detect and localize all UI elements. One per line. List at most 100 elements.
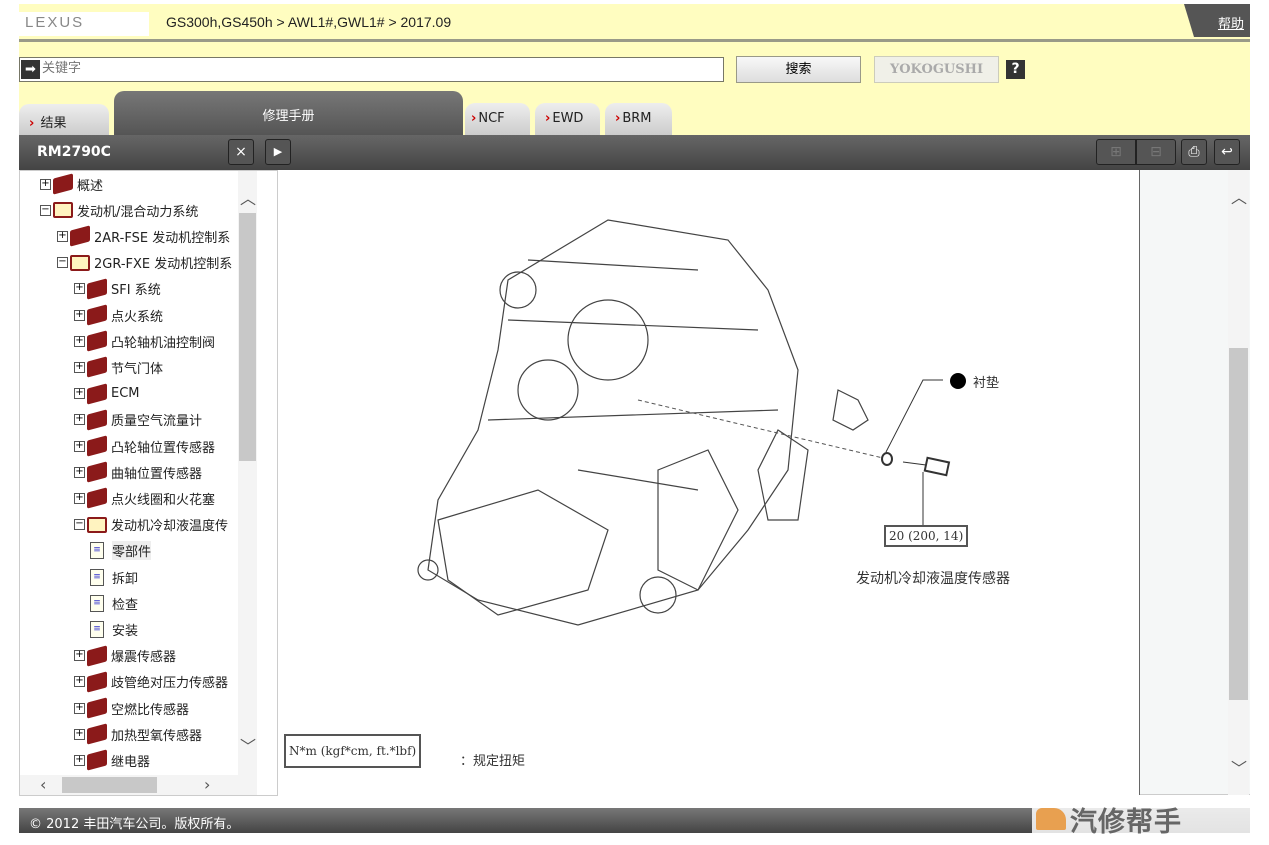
tree-item-label: 安装: [112, 623, 139, 639]
expand-toggle-icon[interactable]: +: [74, 676, 85, 688]
tab-label: 修理手册: [262, 109, 315, 124]
tree-item-label: 爆震传感器: [111, 650, 177, 666]
content-vertical-scrollbar[interactable]: ︿ ﹀: [1228, 170, 1249, 795]
expand-toggle-icon[interactable]: +: [74, 388, 85, 400]
document-content: 衬垫 20 (200, 14) 发动机冷却液温度传感器 N*m (kgf*cm,…: [278, 170, 1140, 795]
tree-item[interactable]: + 概述: [40, 173, 103, 195]
search-button[interactable]: 搜索: [736, 56, 861, 83]
document-page-icon: ≡: [90, 620, 104, 638]
print-icon[interactable]: ⎙: [1181, 139, 1207, 165]
tree-item[interactable]: ≡ 零部件: [90, 540, 152, 562]
tab-ewd[interactable]: › EWD: [535, 103, 600, 135]
zoom-in-button[interactable]: ⊞: [1096, 139, 1136, 165]
book-closed-icon: [53, 173, 73, 195]
tree-item[interactable]: + SFI 系统: [74, 278, 161, 300]
tree-item[interactable]: − 发动机/混合动力系统: [40, 199, 198, 221]
zoom-out-button[interactable]: ⊟: [1136, 139, 1176, 165]
expand-toggle-icon[interactable]: +: [74, 361, 85, 373]
book-closed-icon: [87, 330, 107, 352]
book-closed-icon: [87, 749, 107, 772]
tab-results[interactable]: › 结果: [19, 104, 109, 135]
expand-toggle-icon[interactable]: +: [40, 178, 51, 190]
book-closed-icon: [87, 461, 107, 483]
collapse-toggle-icon[interactable]: −: [57, 257, 68, 269]
book-closed-icon: [87, 382, 107, 405]
search-field[interactable]: ➡: [19, 57, 724, 82]
tree-item[interactable]: + 爆震传感器: [74, 644, 177, 667]
help-link[interactable]: 帮助: [1184, 4, 1250, 37]
torque-spec: 20 (200, 14): [884, 525, 969, 547]
expand-button[interactable]: ▶: [265, 139, 291, 165]
tree-item[interactable]: + 继电器: [74, 749, 150, 772]
expand-toggle-icon[interactable]: +: [74, 414, 85, 426]
tree-item[interactable]: − 2GR-FXE 发动机控制系: [57, 252, 232, 274]
tree-item-label: 发动机冷却液温度传: [111, 519, 229, 535]
tree-item[interactable]: + 歧管绝对压力传感器: [74, 671, 228, 693]
tree-item[interactable]: + 加热型氧传感器: [74, 723, 202, 745]
expand-toggle-icon[interactable]: +: [74, 492, 85, 504]
gasket-label: 衬垫: [973, 376, 1000, 391]
tree-vertical-scrollbar[interactable]: ︿ ﹀: [238, 171, 257, 775]
expand-toggle-icon[interactable]: +: [74, 702, 85, 714]
tree-item-label: 点火系统: [111, 309, 164, 325]
scroll-right-icon[interactable]: ›: [204, 775, 210, 794]
expand-toggle-icon[interactable]: +: [74, 754, 85, 766]
tree-item[interactable]: − 发动机冷却液温度传: [74, 514, 228, 536]
help-question-icon[interactable]: ?: [1006, 60, 1025, 79]
tree-item[interactable]: + 质量空气流量计: [74, 409, 202, 431]
back-icon[interactable]: ↩: [1214, 139, 1240, 165]
expand-toggle-icon[interactable]: +: [74, 650, 85, 662]
expand-toggle-icon[interactable]: +: [74, 440, 85, 452]
right-margin: ︿ ﹀: [1140, 170, 1250, 795]
tree-item[interactable]: + ECM: [74, 382, 140, 405]
document-page-icon: ≡: [90, 568, 104, 586]
tab-repair-manual[interactable]: 修理手册: [114, 91, 463, 135]
tree-item[interactable]: + 凸轮轴机油控制阀: [74, 330, 215, 352]
collapse-toggle-icon[interactable]: −: [74, 519, 85, 531]
expand-toggle-icon[interactable]: +: [74, 466, 85, 478]
book-closed-icon: [70, 225, 90, 248]
yokogushi-button[interactable]: YOKOGUSHI: [874, 56, 999, 83]
tree-item[interactable]: ≡ 拆卸: [90, 566, 138, 588]
tree-item-label: 凸轮轴机油控制阀: [111, 335, 216, 351]
tree-item[interactable]: + 点火线圈和火花塞: [74, 487, 215, 510]
tree-item[interactable]: + 节气门体: [74, 356, 163, 379]
tab-label: BRM: [622, 111, 652, 126]
search-input[interactable]: [42, 60, 712, 75]
book-closed-icon: [87, 644, 107, 667]
tree-item[interactable]: +2AR-FSE 发动机控制系: [57, 225, 231, 248]
scroll-down-icon[interactable]: ﹀: [240, 733, 256, 757]
torque-legend-text: ：规定扭矩: [460, 754, 526, 769]
tree-item[interactable]: ≡ 检查: [90, 592, 138, 614]
collapse-toggle-icon[interactable]: −: [40, 204, 51, 216]
document-page-icon: ≡: [90, 542, 104, 560]
tab-brm[interactable]: › BRM: [605, 103, 672, 135]
book-closed-icon: [87, 671, 107, 693]
watermark: 汽修帮手: [1032, 800, 1269, 838]
tab-label: 结果: [40, 116, 67, 131]
expand-toggle-icon[interactable]: +: [74, 283, 85, 295]
expand-toggle-icon[interactable]: +: [74, 309, 85, 321]
tree-item-label: 加热型氧传感器: [111, 728, 203, 744]
expand-toggle-icon[interactable]: +: [57, 230, 68, 242]
scroll-up-icon[interactable]: ︿: [240, 185, 256, 209]
expand-toggle-icon[interactable]: +: [74, 728, 85, 740]
book-open-icon: [53, 202, 73, 219]
tree-horizontal-scrollbar[interactable]: ‹ ›: [20, 775, 257, 795]
tab-ncf[interactable]: › NCF: [465, 103, 530, 135]
tree-item[interactable]: + 点火系统: [74, 304, 163, 326]
tree-item-label: 曲轴位置传感器: [111, 466, 203, 482]
tree-item-label: 发动机/混合动力系统: [77, 204, 199, 220]
scroll-left-icon[interactable]: ‹: [40, 775, 46, 794]
breadcrumb: GS300h,GS450h > AWL1#,GWL1# > 2017.09: [166, 14, 452, 30]
scroll-down-icon[interactable]: ﹀: [1231, 755, 1247, 779]
scroll-up-icon[interactable]: ︿: [1231, 184, 1247, 208]
close-button[interactable]: ×: [228, 139, 254, 165]
tree-item-label: 2AR-FSE 发动机控制系: [94, 230, 231, 246]
watermark-text: 汽修帮手: [1070, 807, 1182, 838]
expand-toggle-icon[interactable]: +: [74, 335, 85, 347]
tree-item[interactable]: ≡ 安装: [90, 618, 138, 640]
tree-item[interactable]: + 凸轮轴位置传感器: [74, 435, 215, 457]
tree-item[interactable]: + 曲轴位置传感器: [74, 461, 202, 483]
tree-item[interactable]: + 空燃比传感器: [74, 697, 189, 719]
